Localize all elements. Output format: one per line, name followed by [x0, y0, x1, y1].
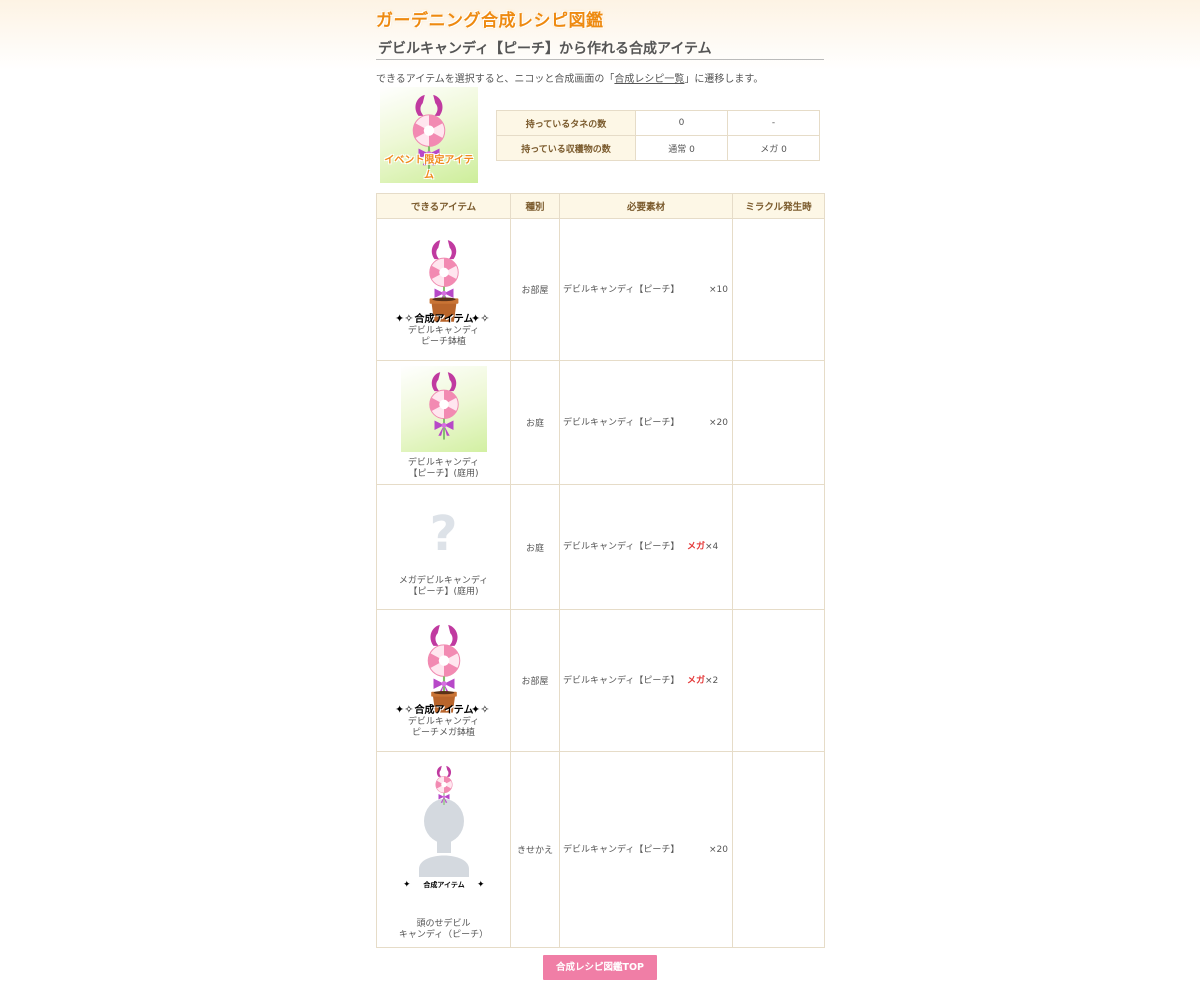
unknown-item-icon[interactable]: ? [378, 510, 509, 558]
material-name: デビルキャンディ【ピーチ】 [563, 844, 680, 855]
material-qty: メガ×2 [687, 674, 718, 688]
devil-candy-icon [428, 371, 459, 440]
item-name[interactable]: デビルキャンディ ピーチ鉢植 [378, 326, 509, 348]
table-row: ✦✧ ✦✧ 合成アイテム デビルキャンディ ピーチ鉢植 お部屋 デビルキャンディ【… [376, 218, 825, 361]
item-name[interactable]: 頭のせデビル キャンディ（ピーチ） [378, 919, 509, 941]
item-name[interactable]: デビルキャンディ 【ピーチ】(庭用) [378, 458, 509, 480]
miracle-cell [732, 484, 825, 610]
material-cell: デビルキャンディ【ピーチ】 ×20 [559, 360, 733, 485]
material-name: デビルキャンディ【ピーチ】 [563, 417, 680, 428]
material-cell: デビルキャンディ【ピーチ】 メガ×2 [559, 609, 733, 752]
kind-cell: お部屋 [510, 609, 560, 752]
sparkle-icon: ✦ [403, 880, 411, 890]
table-row: ? メガデビルキャンディ 【ピーチ】(庭用) お庭 デビルキャンディ【ピーチ】 メガ… [376, 484, 825, 610]
table-row: ✦ ✦ 合成アイテム 頭のせデビル キャンディ（ピーチ） きせかえ デビルキャンデ… [376, 751, 825, 948]
item-cell[interactable]: ✦ ✦ 合成アイテム 頭のせデビル キャンディ（ピーチ） [376, 751, 511, 948]
page-title: デビルキャンディ【ピーチ】から作れる合成アイテム [376, 38, 824, 60]
harvest-count-label: 持っている収穫物の数 [496, 135, 636, 161]
item-cell[interactable]: デビルキャンディ 【ピーチ】(庭用) [376, 360, 511, 485]
col-item: できるアイテム [376, 193, 511, 219]
item-name-line2: ピーチ鉢植 [420, 336, 466, 347]
item-name-line1: デビルキャンディ [407, 325, 480, 336]
qty-value: ×10 [709, 284, 728, 295]
item-name-line2: ピーチメガ鉢植 [411, 727, 475, 738]
table-row: ✦✧ ✦✧ 合成アイテム デビルキャンディ ピーチメガ鉢植 お部屋 デビルキャンデ… [376, 609, 825, 752]
material-name: デビルキャンディ【ピーチ】 [563, 675, 680, 686]
gousei-item-tag: 合成アイテム [413, 703, 473, 716]
possession-row: 持っているタネの数 0 - [496, 110, 820, 136]
sparkle-icon: ✦✧ [471, 703, 489, 716]
mega-tag: メガ [687, 542, 706, 552]
sparkle-icon: ✦✧ [395, 312, 413, 325]
recipe-book-top-button[interactable]: 合成レシピ図鑑TOP [543, 955, 657, 980]
seed-count-mega: - [727, 110, 820, 136]
miracle-cell [732, 609, 825, 752]
kind-cell: きせかえ [510, 751, 560, 948]
harvest-count-mega: メガ 0 [727, 135, 820, 161]
intro-before: できるアイテムを選択すると、ニコッと合成画面の「 [376, 74, 615, 85]
seed-count-value: 0 [635, 110, 728, 136]
item-name-line2: 【ピーチ】(庭用) [408, 587, 479, 597]
kind-cell: お庭 [510, 484, 560, 610]
sparkle-icon: ✦✧ [471, 312, 489, 325]
col-material: 必要素材 [559, 193, 733, 219]
qty-value: ×20 [709, 844, 728, 855]
item-cell[interactable]: ✦✧ ✦✧ 合成アイテム デビルキャンディ ピーチメガ鉢植 [376, 609, 511, 752]
sparkle-icon: ✦✧ [395, 703, 413, 716]
item-name-line1: 頭のせデビル [416, 918, 471, 929]
qty-value: ×20 [709, 417, 728, 428]
garden-devil-candy-image[interactable] [400, 365, 487, 452]
seed-count-label: 持っているタネの数 [496, 110, 636, 136]
potted-mega-devil-candy-icon[interactable]: ✦✧ ✦✧ 合成アイテム [389, 623, 499, 717]
possession-table: 持っているタネの数 0 - 持っている収穫物の数 通常 0 メガ 0 [496, 110, 820, 161]
material-qty: ×20 [709, 416, 728, 430]
event-limited-label: イベント限定アイテム [384, 155, 474, 181]
recipe-list-link[interactable]: 合成レシピ一覧 [614, 74, 684, 85]
item-name-line1: メガデビルキャンディ [398, 576, 489, 586]
harvest-count-normal: 通常 0 [635, 135, 728, 161]
miracle-cell [732, 360, 825, 485]
item-name[interactable]: デビルキャンディ ピーチメガ鉢植 [378, 717, 509, 739]
material-cell: デビルキャンディ【ピーチ】 ×20 [559, 751, 733, 948]
item-cell[interactable]: ? メガデビルキャンディ 【ピーチ】(庭用) [376, 484, 511, 610]
material-qty: ×10 [709, 283, 728, 297]
material-cell: デビルキャンディ【ピーチ】 メガ×4 [559, 484, 733, 610]
kind-cell: お庭 [510, 360, 560, 485]
potted-devil-candy-icon[interactable]: ✦✧ ✦✧ 合成アイテム [389, 232, 499, 326]
mega-tag: メガ [687, 675, 706, 686]
gousei-item-tag: 合成アイテム [422, 880, 464, 889]
possession-row: 持っている収穫物の数 通常 0 メガ 0 [496, 135, 820, 161]
item-name-line1: デビルキャンディ [407, 716, 480, 727]
intro-text: できるアイテムを選択すると、ニコッと合成画面の「合成レシピ一覧」に遷移します。 [376, 70, 763, 85]
item-name-line2: キャンディ（ピーチ） [398, 929, 489, 940]
table-header: できるアイテム 種別 必要素材 ミラクル発生時 [376, 193, 825, 219]
gousei-item-tag: 合成アイテム [413, 312, 473, 325]
material-name: デビルキャンディ【ピーチ】 [563, 284, 680, 295]
material-qty: ×20 [709, 843, 728, 857]
head-devil-candy-mannequin-icon[interactable]: ✦ ✦ 合成アイテム [389, 759, 499, 909]
miracle-cell [732, 218, 825, 361]
col-miracle: ミラクル発生時 [732, 193, 825, 219]
col-kind: 種別 [510, 193, 560, 219]
table-row: デビルキャンディ 【ピーチ】(庭用) お庭 デビルキャンディ【ピーチ】 ×20 [376, 360, 825, 485]
kind-cell: お部屋 [510, 218, 560, 361]
item-name-line1: デビルキャンディ [407, 457, 480, 468]
qty-value: ×4 [705, 542, 719, 552]
intro-after: 」に遷移します。 [684, 74, 764, 85]
item-name-line2: 【ピーチ】(庭用) [408, 468, 479, 479]
recipe-table: できるアイテム 種別 必要素材 ミラクル発生時 ✦✧ ✦✧ 合成アイテム デビル… [376, 193, 825, 948]
item-cell[interactable]: ✦✧ ✦✧ 合成アイテム デビルキャンディ ピーチ鉢植 [376, 218, 511, 361]
site-logo[interactable]: ガーデニング合成レシピ図鑑 [376, 8, 604, 34]
material-cell: デビルキャンディ【ピーチ】 ×10 [559, 218, 733, 361]
seed-thumbnail: イベント限定アイテム [380, 87, 478, 183]
miracle-cell [732, 751, 825, 948]
item-name[interactable]: メガデビルキャンディ 【ピーチ】(庭用) [378, 576, 509, 598]
material-name: デビルキャンディ【ピーチ】 [563, 542, 680, 552]
material-qty: メガ×4 [687, 540, 718, 554]
sparkle-icon: ✦ [477, 880, 485, 890]
qty-value: ×2 [705, 675, 719, 686]
